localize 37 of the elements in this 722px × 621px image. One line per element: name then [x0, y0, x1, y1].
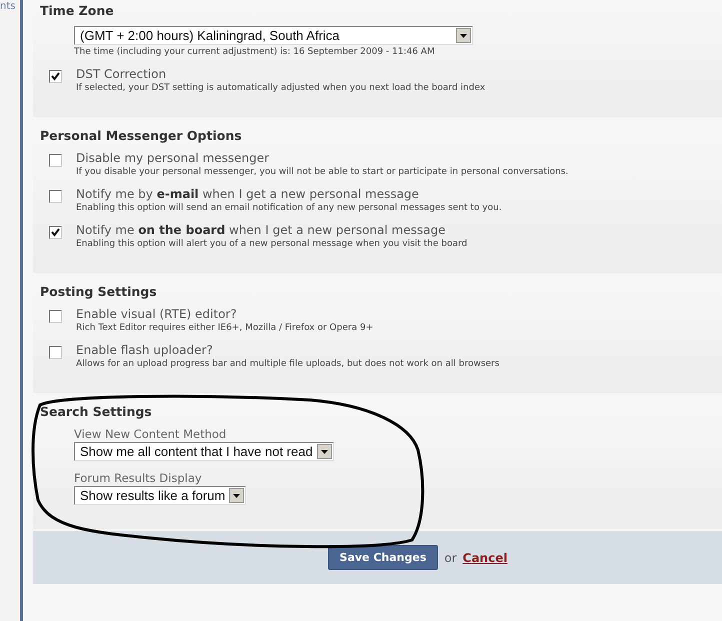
option-description: If selected, your DST setting is automatically adjusted when you next load the board index	[76, 83, 486, 93]
checkbox[interactable]	[49, 346, 62, 359]
option-description: Enabling this option will send an email notification of any new personal messages sent to you.	[76, 203, 502, 213]
section-title: Search Settings	[40, 404, 153, 419]
checkbox[interactable]	[49, 70, 62, 83]
option-label: Notify me on the board when I get a new personal message	[76, 223, 446, 237]
option-label: Disable my personal messenger	[76, 151, 270, 165]
field-label: View New Content Method	[74, 427, 228, 441]
dropdown-select[interactable]: Show me all content that I have not read	[74, 442, 334, 461]
save-changes-button[interactable]: Save Changes	[328, 545, 438, 570]
option-description: Allows for an upload progress bar and multiple file uploads, but does not work on all browsers	[76, 359, 500, 369]
option-description: If you disable your personal messenger, you will not be able to start or participate in personal conversations.	[76, 167, 568, 177]
checkmark-icon	[51, 228, 60, 237]
option-label: Enable flash uploader?	[76, 343, 214, 357]
dropdown-arrow-icon	[460, 34, 467, 38]
checkbox[interactable]	[49, 190, 62, 203]
or-text: or	[444, 550, 457, 564]
checkbox[interactable]	[49, 154, 62, 167]
time-hint: The time (including your current adjustment) is: 16 September 2009 - 11:46 AM	[74, 47, 436, 57]
option-description: Rich Text Editor requires either IE6+, Mozilla / Firefox or Opera 9+	[76, 323, 374, 333]
option-description: Enabling this option will alert you of a new personal message when you visit the board	[76, 239, 468, 249]
section-title: Time Zone	[40, 3, 115, 18]
checkbox[interactable]	[49, 226, 62, 239]
option-label: DST Correction	[76, 67, 168, 81]
dropdown-arrow-icon	[233, 494, 240, 498]
field-label: Forum Results Display	[74, 471, 203, 485]
sidebar-text: nts	[0, 1, 16, 12]
dropdown-arrow-icon	[320, 450, 328, 454]
section-title: Personal Messenger Options	[40, 128, 243, 143]
checkmark-icon	[51, 72, 60, 81]
dropdown-select[interactable]: (GMT + 2:00 hours) Kaliningrad, South Africa	[74, 26, 473, 45]
cancel-link[interactable]: Cancel	[462, 550, 508, 564]
dropdown-select[interactable]: Show results like a forum	[74, 486, 246, 505]
option-label: Enable visual (RTE) editor?	[76, 307, 238, 321]
option-label: Notify me by e-mail when I get a new personal message	[76, 187, 420, 201]
section-title: Posting Settings	[40, 284, 158, 299]
checkbox[interactable]	[49, 310, 62, 323]
